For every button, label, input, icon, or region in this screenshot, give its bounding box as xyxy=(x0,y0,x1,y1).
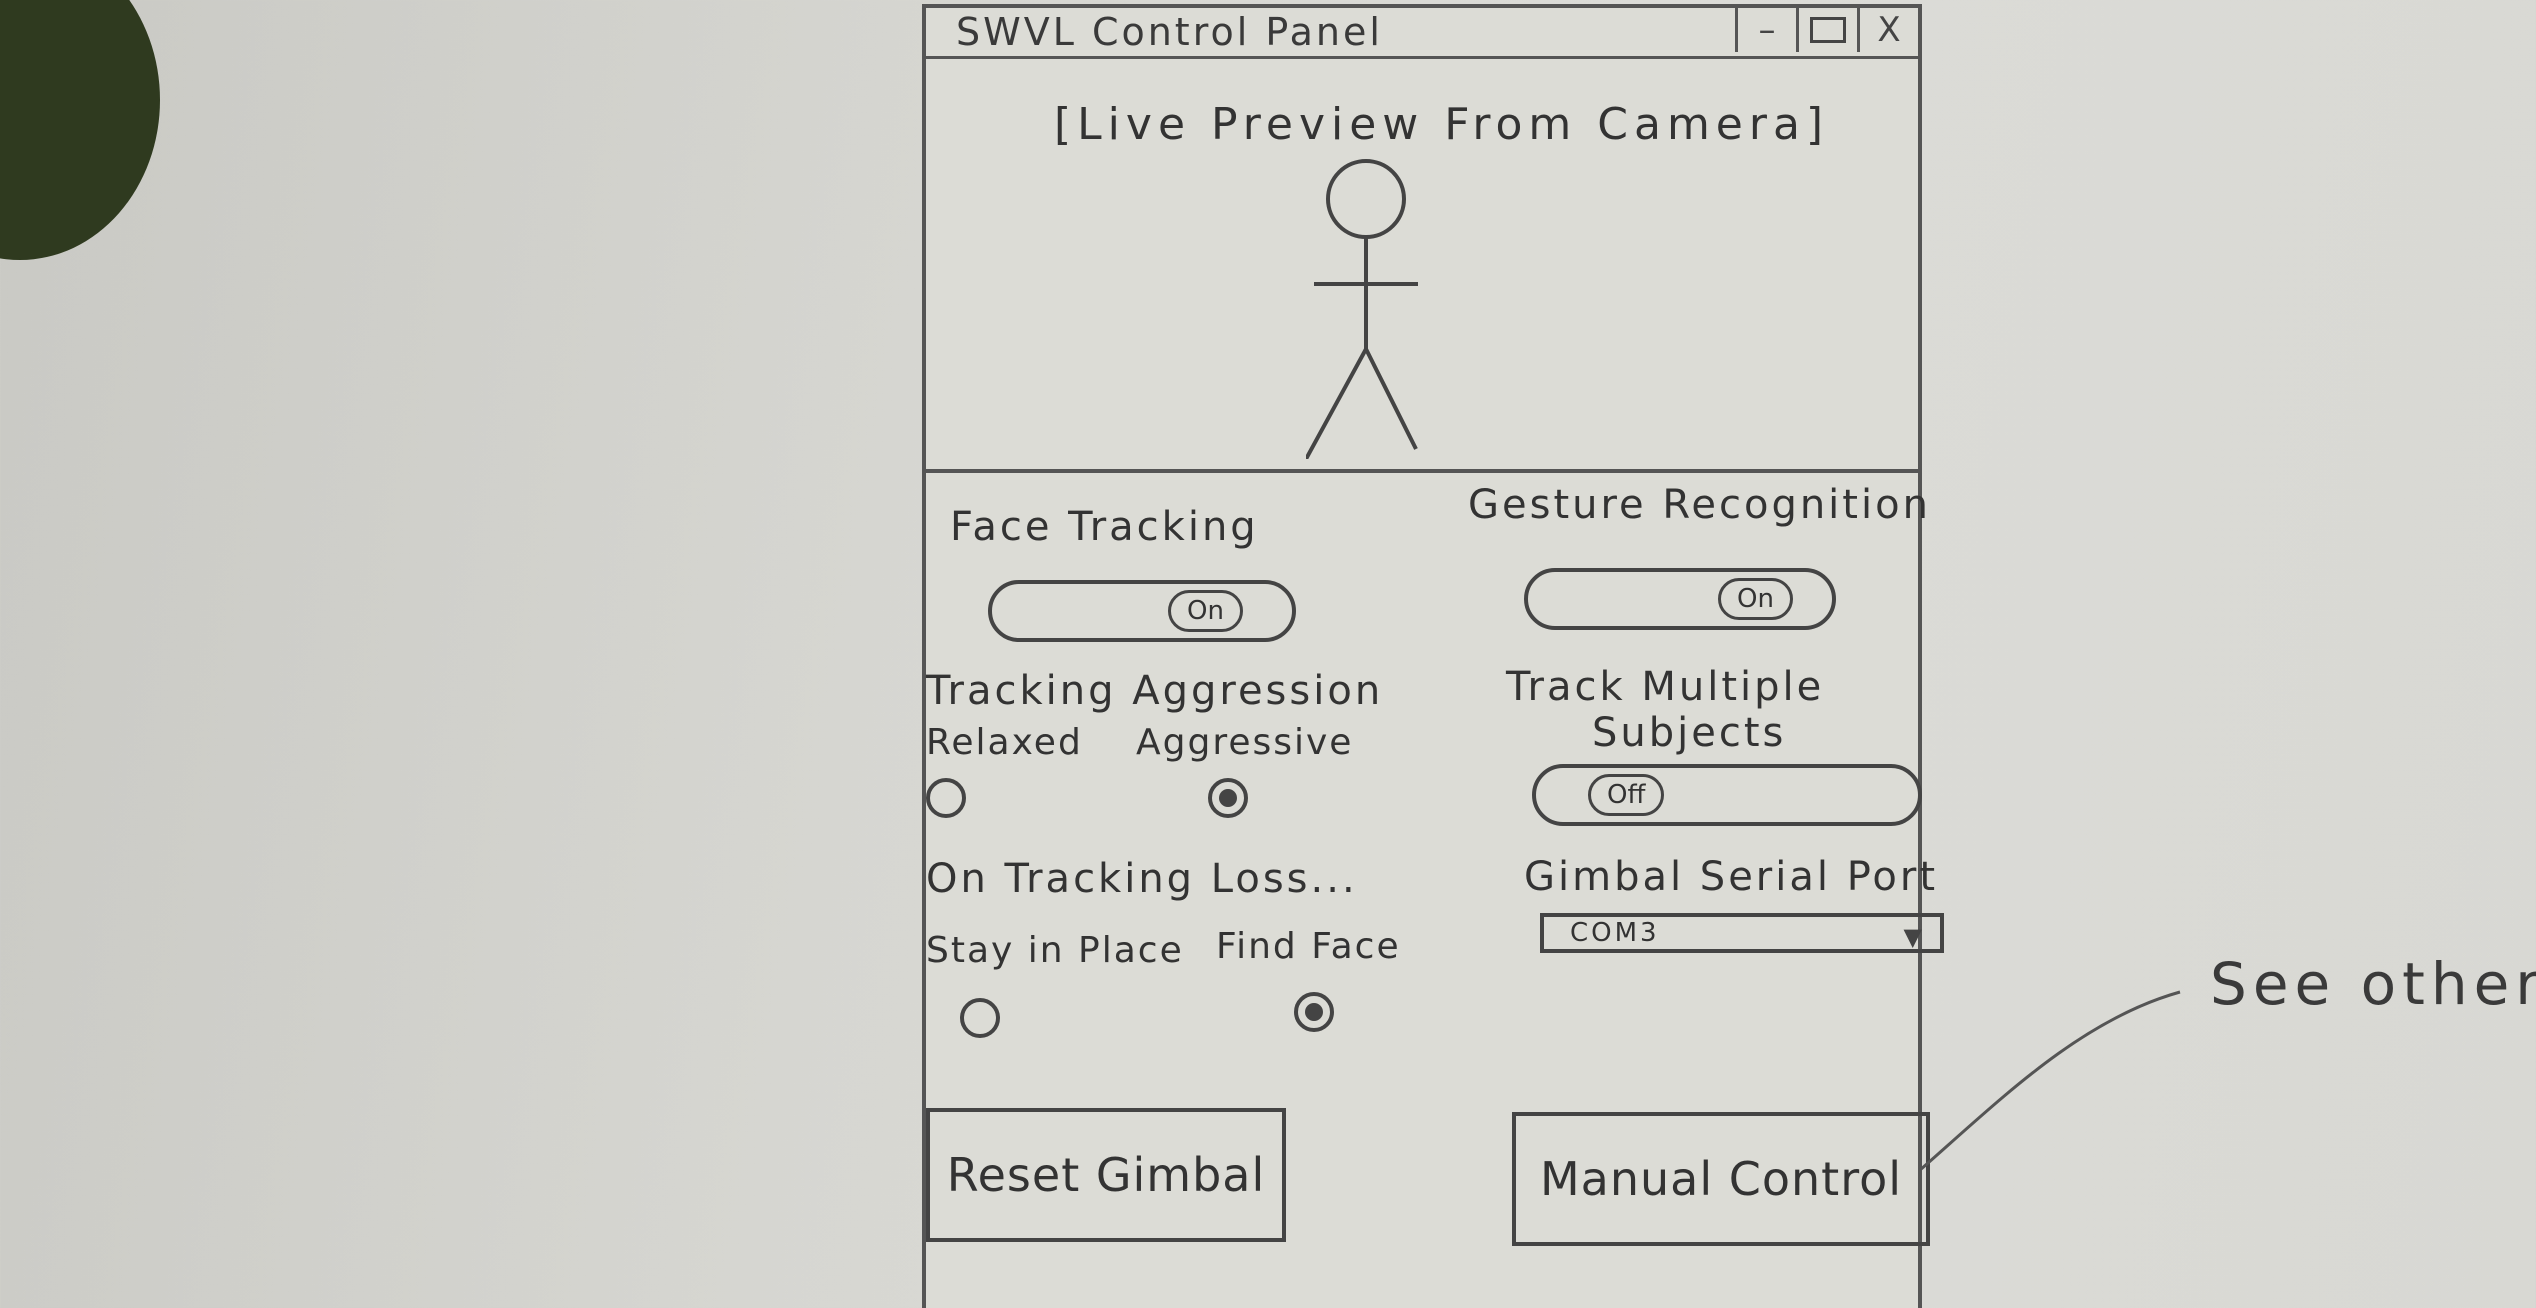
annotation-note: See other xyxy=(2210,950,2536,1018)
annotation-pointer xyxy=(1919,990,2181,1172)
